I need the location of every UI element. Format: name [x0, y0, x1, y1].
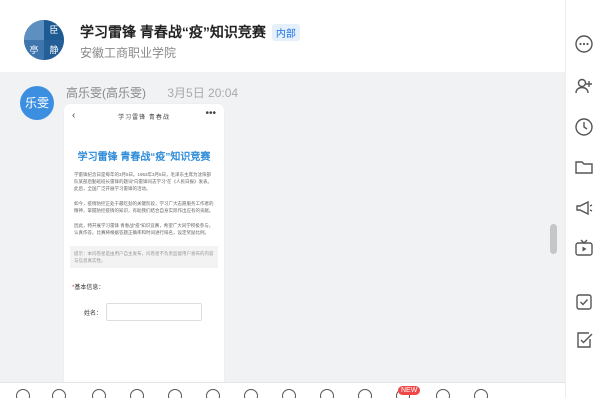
avatar-char: 静	[44, 40, 64, 60]
input-toolbar: NEW	[0, 382, 565, 398]
voice-icon[interactable]	[168, 389, 182, 398]
task-icon[interactable]	[574, 292, 594, 312]
card-nav-bar: ‹ 学习雷锋 青春战 •••	[64, 104, 224, 126]
message-time: 3月5日 20:04	[167, 86, 239, 100]
gift-icon[interactable]	[282, 389, 296, 398]
chat-header: 臣 亭 静 学习雷锋 青春战“疫”知识竞赛 内部 安徽工商职业学院	[0, 0, 565, 72]
card-paragraph: 学雷锋纪念日是每年的3月5日。1963年3月5日，毛泽东主席为沈阳部队某部后勤班…	[74, 172, 212, 191]
card-disclaimer: 提示：本问卷星是由用户自主发布，问卷星不负责监督用户发布的内容与信息真实性。	[70, 246, 218, 268]
name-field	[106, 303, 202, 321]
scrollbar-thumb[interactable]	[550, 224, 557, 254]
card-heading: 学习雷锋 青春战“疫”知识竞赛	[77, 152, 211, 163]
group-avatar[interactable]: 臣 亭 静	[24, 20, 64, 60]
more-icon: •••	[205, 108, 216, 119]
folder-icon[interactable]	[206, 389, 220, 398]
form-section-label: 基本信息：	[74, 285, 105, 291]
right-sidebar	[565, 0, 600, 398]
add-member-icon[interactable]	[574, 76, 594, 96]
card-nav-title: 学习雷锋 青春战	[118, 115, 170, 121]
sender-line: 高乐雯(高乐雯) 3月5日 20:04	[66, 84, 238, 101]
live-video-icon[interactable]	[574, 238, 594, 258]
schedule-icon[interactable]	[436, 389, 450, 398]
screen-share-icon[interactable]	[244, 389, 258, 398]
card-form: *基本信息： 姓名：	[72, 282, 216, 321]
shared-webpage-card[interactable]: ‹ 学习雷锋 青春战 ••• 学习雷锋 青春战“疫”知识竞赛 学雷锋纪念日是每年…	[64, 104, 224, 382]
folder-icon[interactable]	[574, 157, 594, 177]
image-icon[interactable]	[130, 389, 144, 398]
card-paragraph: 因此，特开展学习雷锋 青春战“疫”知识竞赛，希望广大同学积极参与，认真作答。比赛…	[74, 223, 214, 235]
avatar-char	[24, 20, 44, 40]
file-icon[interactable]	[92, 389, 106, 398]
internal-badge: 内部	[271, 23, 300, 41]
scissors-icon[interactable]	[52, 389, 66, 398]
form-section-title: *基本信息：	[72, 282, 216, 291]
avatar-char: 亭	[24, 40, 44, 60]
group-title[interactable]: 学习雷锋 青春战“疫”知识竞赛	[80, 22, 266, 42]
more-options-icon[interactable]	[574, 34, 594, 54]
red-packet-icon[interactable]	[320, 389, 334, 398]
announcement-icon[interactable]	[574, 198, 594, 218]
group-organization: 安徽工商职业学院	[80, 46, 177, 60]
group-title-row: 学习雷锋 青春战“疫”知识竞赛 内部	[80, 22, 300, 42]
emoji-icon[interactable]	[16, 389, 30, 398]
new-badge: NEW	[398, 386, 421, 395]
more-tools-icon[interactable]	[474, 389, 488, 398]
message-list[interactable]: 乐雯 高乐雯(高乐雯) 3月5日 20:04 ‹ 学习雷锋 青春战 ••• 学习…	[0, 72, 565, 382]
sender-name: 高乐雯(高乐雯)	[66, 86, 146, 100]
card-paragraph: 如今，疫情防控正处于最吃劲的关键阶段，学习广大志愿服务工作者的精神，掌握防控疫情…	[74, 201, 214, 213]
avatar-char: 臣	[44, 20, 64, 40]
music-icon[interactable]	[358, 389, 372, 398]
history-icon[interactable]	[574, 117, 594, 137]
sender-avatar[interactable]: 乐雯	[20, 86, 54, 120]
name-row: 姓名：	[72, 303, 216, 321]
checklist-icon[interactable]	[574, 330, 594, 350]
name-label: 姓名：	[83, 310, 102, 317]
